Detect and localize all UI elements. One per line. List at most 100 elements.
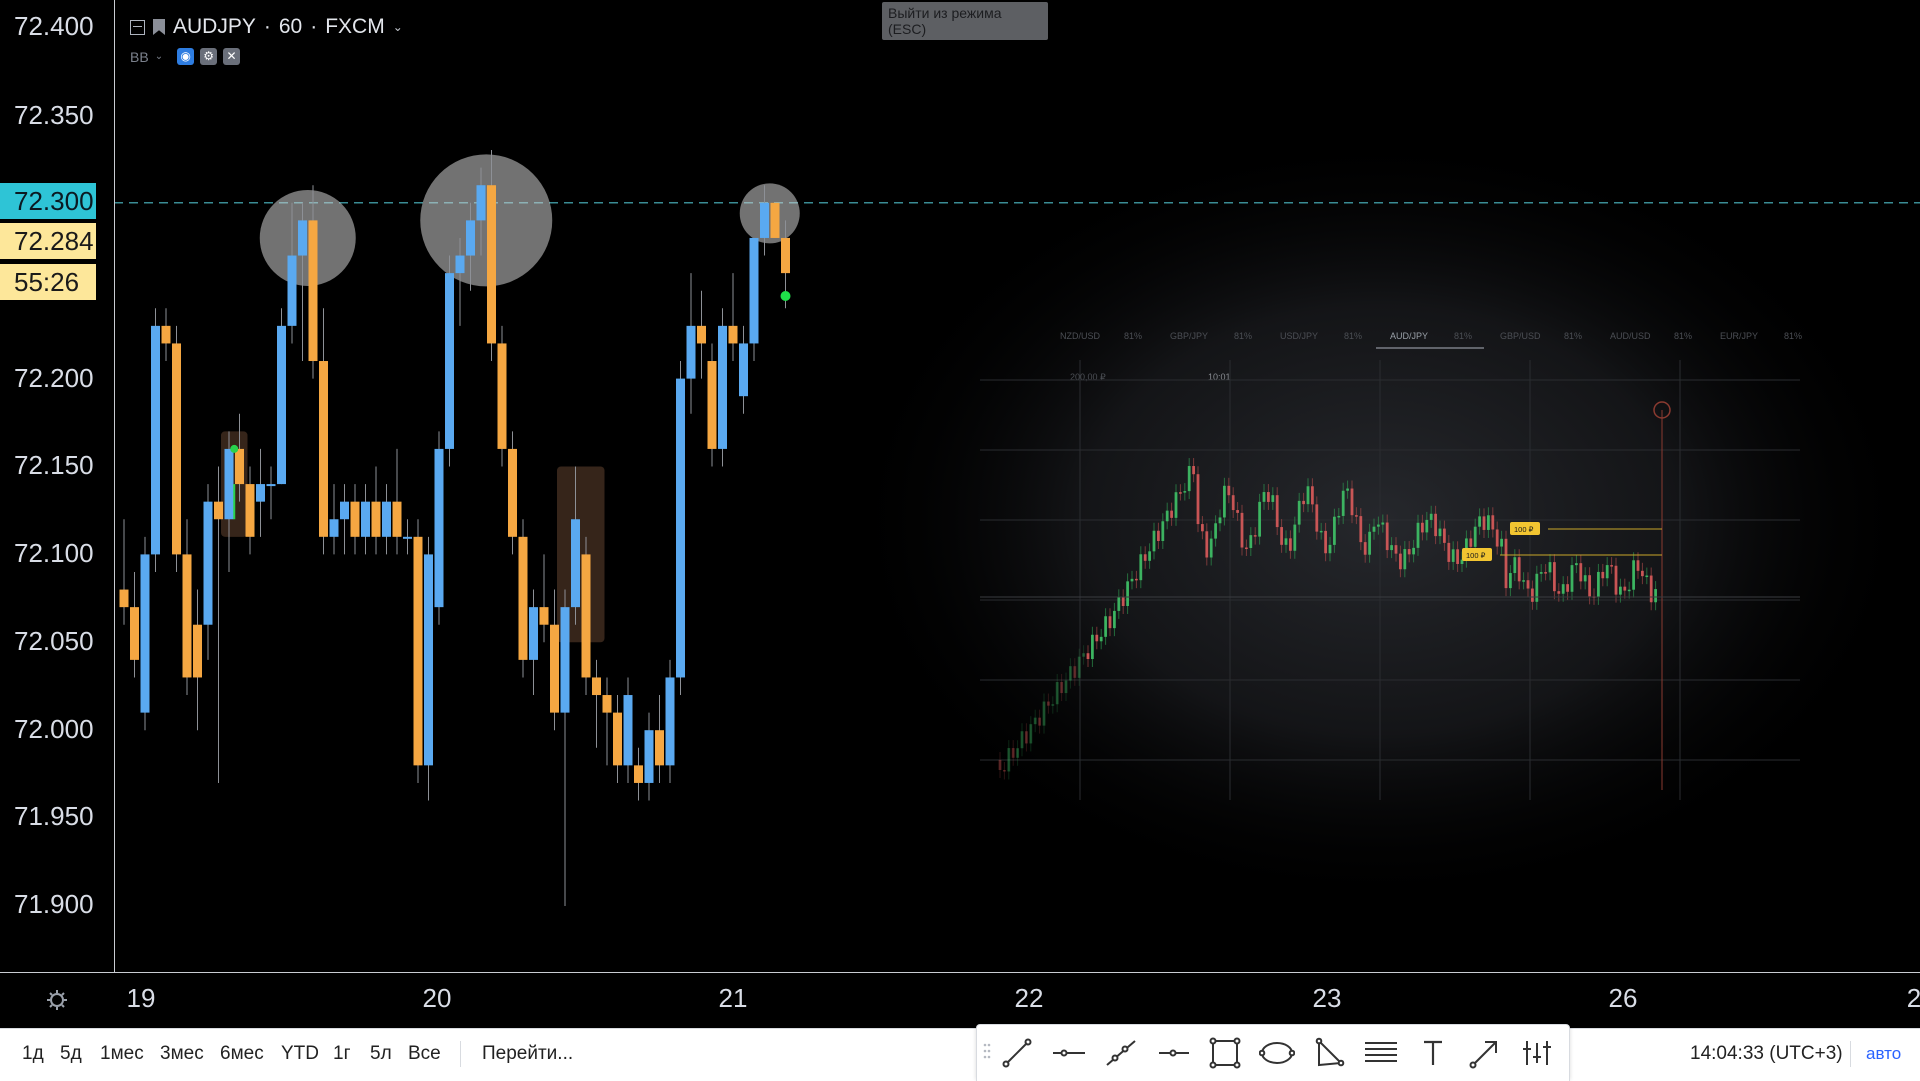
overlay-candle-up bbox=[1509, 573, 1512, 589]
candle-down bbox=[413, 536, 423, 766]
overlay-candle-down bbox=[1385, 522, 1389, 551]
overlay-candle-down bbox=[1275, 495, 1279, 528]
candle-down bbox=[697, 325, 706, 344]
candlestick-chart[interactable]: NZD/USD 81% GBP/JPY 81% USD/JPY 81% AUD/JPY 81%… bbox=[0, 0, 1920, 1080]
overlay-candle-up bbox=[1187, 466, 1191, 492]
overlay-candle-up bbox=[1165, 510, 1169, 522]
range-3m-button[interactable]: 3мес bbox=[160, 1043, 204, 1065]
level-price-badge: 72.300 bbox=[0, 183, 96, 219]
chevron-down-icon[interactable]: ⌄ bbox=[155, 51, 163, 62]
overlay-candle-down bbox=[1196, 474, 1200, 525]
auto-scale-button[interactable]: авто bbox=[1866, 1044, 1901, 1064]
range-all-button[interactable]: Все bbox=[408, 1043, 441, 1065]
overlay-candle-up bbox=[1016, 748, 1019, 758]
overlay-candle-up bbox=[1513, 557, 1517, 574]
gear-icon[interactable] bbox=[46, 989, 68, 1011]
goto-date-button[interactable]: Перейти... bbox=[482, 1043, 573, 1065]
range-1d-button[interactable]: 1д bbox=[22, 1043, 44, 1065]
overlay-candle-up bbox=[1372, 526, 1376, 532]
symbol-legend[interactable]: AUDJPY · 60 · FXCM ⌄ bbox=[130, 12, 403, 42]
overlay-candle-up bbox=[1077, 656, 1081, 678]
indicator-legend[interactable]: BB ⌄ ◉ ⚙ ✕ bbox=[130, 48, 241, 65]
candle-down bbox=[539, 607, 549, 625]
eye-icon[interactable]: ◉ bbox=[177, 48, 195, 65]
signal-dot bbox=[230, 444, 239, 453]
overlay-pair-pct: 81% bbox=[1564, 331, 1582, 341]
overlay-candle-down bbox=[1394, 545, 1398, 554]
overlay-candle-down bbox=[1135, 578, 1138, 581]
overlay-candle-down bbox=[1623, 586, 1627, 591]
overlay-candle-down bbox=[1047, 701, 1050, 706]
overlay-bet-label: 100 ₽ bbox=[1514, 525, 1534, 534]
overlay-candle-down bbox=[1143, 554, 1147, 561]
horizontal-line-icon[interactable] bbox=[1051, 1037, 1087, 1069]
drag-handle-icon[interactable] bbox=[983, 1043, 991, 1063]
gear-icon[interactable]: ⚙ bbox=[200, 48, 218, 65]
overlay-candle-down bbox=[1363, 542, 1367, 555]
bottom-toolbar: 1д 5д 1мес 3мес 6мес YTD 1г 5л Все Перей… bbox=[0, 1028, 1920, 1081]
candle-up bbox=[361, 501, 370, 537]
ray-icon[interactable] bbox=[1103, 1037, 1139, 1069]
overlay-candle-up bbox=[1126, 581, 1129, 606]
triangle-icon[interactable] bbox=[1311, 1037, 1347, 1069]
overlay-candle-down bbox=[1025, 731, 1028, 744]
overlay-candle-up bbox=[1271, 495, 1275, 502]
candle-down bbox=[371, 501, 381, 537]
overlay-candle-up bbox=[1337, 515, 1341, 518]
long-position-icon[interactable] bbox=[1519, 1037, 1555, 1069]
candle-down bbox=[508, 448, 517, 537]
overlay-candle-up bbox=[1139, 554, 1143, 581]
price-tick: 72.100 bbox=[14, 538, 94, 568]
highlight-circle bbox=[739, 183, 800, 244]
highlight-circle bbox=[420, 154, 553, 287]
time-axis[interactable]: 19 20 21 22 23 26 2 bbox=[0, 972, 1920, 1029]
candle-down bbox=[728, 325, 738, 344]
range-ytd-button[interactable]: YTD bbox=[281, 1043, 319, 1065]
overlay-pair-pct: 81% bbox=[1344, 331, 1362, 341]
price-tick: 72.150 bbox=[14, 450, 94, 480]
overlay-candle-down bbox=[1240, 512, 1244, 548]
overlay-candle-up bbox=[1645, 575, 1649, 578]
flag-icon[interactable] bbox=[153, 19, 165, 35]
overlay-candle-down bbox=[1060, 682, 1063, 694]
ellipse-icon[interactable] bbox=[1259, 1037, 1295, 1069]
overlay-candle-up bbox=[1099, 636, 1103, 642]
collapse-legend-icon[interactable] bbox=[130, 19, 145, 35]
range-5y-button[interactable]: 5л bbox=[370, 1043, 392, 1065]
candle-down bbox=[581, 554, 591, 678]
price-tick: 72.200 bbox=[14, 363, 94, 393]
overlay-candle-down bbox=[1170, 510, 1173, 518]
overlay-candle-up bbox=[1042, 701, 1046, 726]
overlay-candle-up bbox=[1346, 488, 1349, 491]
range-1m-button[interactable]: 1мес bbox=[100, 1043, 144, 1065]
arrow-icon[interactable] bbox=[1467, 1037, 1503, 1069]
overlay-candle-down bbox=[1482, 516, 1486, 530]
close-icon[interactable]: ✕ bbox=[223, 48, 241, 65]
overlay-candle-down bbox=[1495, 529, 1499, 547]
overlay-candle-up bbox=[1575, 563, 1578, 566]
drawing-toolbar[interactable] bbox=[976, 1024, 1570, 1081]
overlay-candle-up bbox=[1183, 491, 1187, 493]
candle-down bbox=[592, 677, 601, 696]
candle-down bbox=[707, 361, 717, 449]
date-tick: 22 bbox=[1014, 983, 1044, 1013]
horizontal-ray-icon[interactable] bbox=[1155, 1037, 1191, 1069]
trend-line-icon[interactable] bbox=[999, 1037, 1035, 1069]
overlay-candle-up bbox=[1091, 634, 1094, 660]
overlay-candle-up bbox=[1473, 526, 1477, 547]
chevron-down-icon[interactable]: ⌄ bbox=[393, 20, 403, 34]
candle-down bbox=[193, 624, 202, 678]
candle-up bbox=[266, 484, 276, 487]
candle-up bbox=[718, 325, 727, 449]
price-tick: 72.350 bbox=[14, 100, 94, 130]
range-1y-button[interactable]: 1г bbox=[333, 1043, 351, 1065]
parallel-channel-icon[interactable] bbox=[1363, 1037, 1399, 1069]
overlay-candle-down bbox=[1073, 666, 1077, 678]
overlay-candle-up bbox=[1500, 538, 1503, 547]
text-icon[interactable] bbox=[1415, 1037, 1451, 1069]
range-6m-button[interactable]: 6мес bbox=[220, 1043, 264, 1065]
range-5d-button[interactable]: 5д bbox=[60, 1043, 82, 1065]
rectangle-icon[interactable] bbox=[1207, 1037, 1243, 1069]
clock-timezone[interactable]: 14:04:33 (UTC+3) bbox=[1690, 1043, 1843, 1065]
overlay-pair-pct: 81% bbox=[1454, 331, 1472, 341]
